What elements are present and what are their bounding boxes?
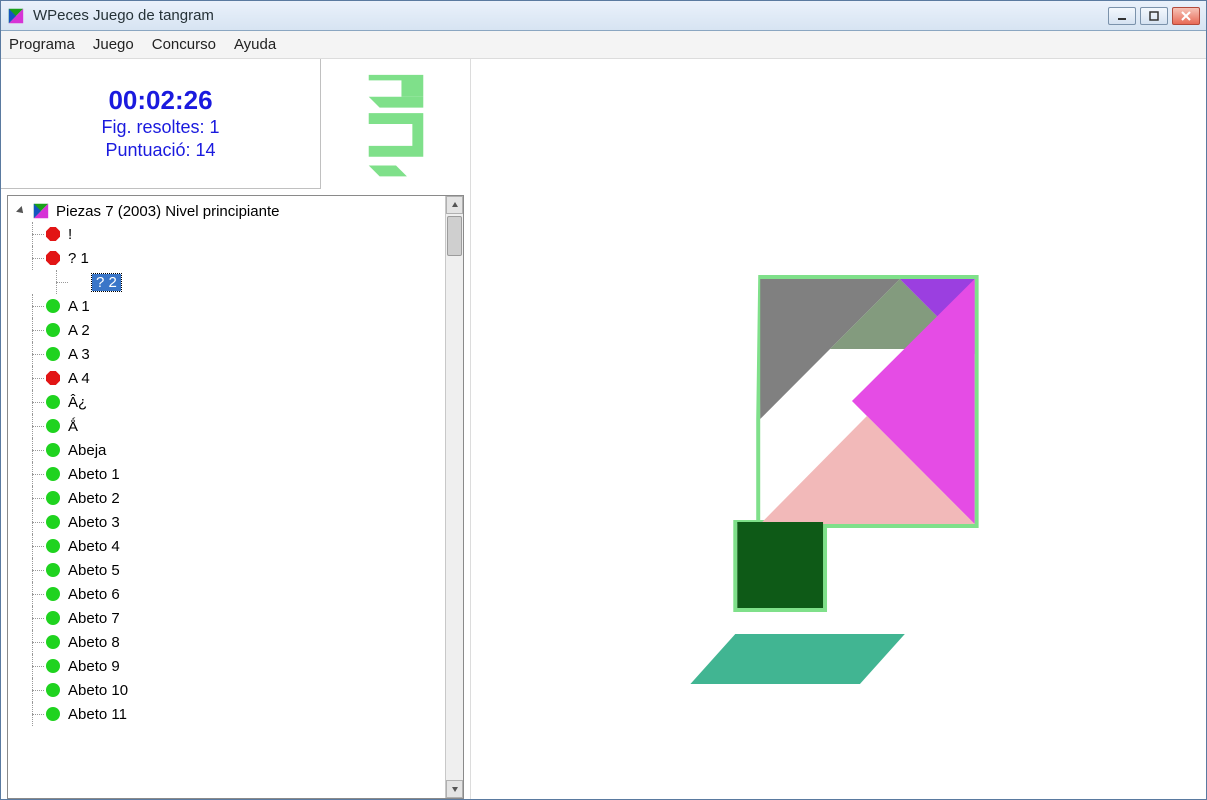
status-ok-icon bbox=[46, 467, 60, 481]
close-button[interactable] bbox=[1172, 7, 1200, 25]
status-ok-icon bbox=[46, 635, 60, 649]
tree-item[interactable]: Abeto 2 bbox=[46, 486, 443, 510]
status-ok-icon bbox=[46, 347, 60, 361]
chevron-down-icon[interactable] bbox=[16, 206, 26, 216]
solved-count: Fig. resoltes: 1 bbox=[101, 116, 219, 139]
parallelogram-teal[interactable] bbox=[690, 634, 904, 684]
status-ok-icon bbox=[46, 683, 60, 697]
status-ok-icon bbox=[46, 707, 60, 721]
scroll-up-button[interactable] bbox=[446, 196, 463, 214]
tree-item-label: Abeto 2 bbox=[68, 490, 120, 507]
square-darkgreen[interactable] bbox=[737, 522, 823, 608]
points: Puntuació: 14 bbox=[105, 139, 215, 162]
tree-item[interactable]: Abeto 8 bbox=[46, 630, 443, 654]
tree-item[interactable]: Abeto 7 bbox=[46, 606, 443, 630]
tree-scrollbar[interactable] bbox=[445, 196, 463, 798]
status-ok-icon bbox=[46, 299, 60, 313]
tree-item-label: A 4 bbox=[68, 370, 90, 387]
app-window: WPeces Juego de tangram Programa Juego C… bbox=[0, 0, 1207, 800]
menu-juego[interactable]: Juego bbox=[93, 36, 134, 53]
window-title: WPeces Juego de tangram bbox=[33, 7, 1108, 24]
tree-item[interactable]: Â¿ bbox=[46, 390, 443, 414]
tree-item-label: A 2 bbox=[68, 322, 90, 339]
tree-item[interactable]: Abeto 1 bbox=[46, 462, 443, 486]
tree-item-label: Abeto 1 bbox=[68, 466, 120, 483]
tree-item[interactable]: ! bbox=[46, 222, 443, 246]
tree-item-label: Abeto 6 bbox=[68, 586, 120, 603]
tree-item-label: A 1 bbox=[68, 298, 90, 315]
tree-item-label: Abeto 7 bbox=[68, 610, 120, 627]
tree-item-label: Abeto 3 bbox=[68, 514, 120, 531]
figure-tree: Piezas 7 (2003) Nivel principiante ! ? 1?… bbox=[7, 195, 464, 799]
tree-item-label: ? 2 bbox=[92, 274, 121, 291]
tree-item-label: ! bbox=[68, 226, 72, 243]
status-ok-icon bbox=[46, 515, 60, 529]
tree-item[interactable]: Abeto 10 bbox=[46, 678, 443, 702]
score-panel: 00:02:26 Fig. resoltes: 1 Puntuació: 14 bbox=[1, 59, 321, 189]
tree-item-label: Abeto 8 bbox=[68, 634, 120, 651]
tree-item[interactable]: A 4 bbox=[46, 366, 443, 390]
status-ok-icon bbox=[46, 563, 60, 577]
tree-item[interactable]: A 1 bbox=[46, 294, 443, 318]
status-incomplete-icon bbox=[46, 251, 60, 265]
status-incomplete-icon bbox=[46, 227, 60, 241]
status-ok-icon bbox=[46, 419, 60, 433]
tree-item[interactable]: Abeto 9 bbox=[46, 654, 443, 678]
tree-item[interactable]: Ǻ bbox=[46, 414, 443, 438]
menubar: Programa Juego Concurso Ayuda bbox=[1, 31, 1206, 59]
titlebar[interactable]: WPeces Juego de tangram bbox=[1, 1, 1206, 31]
status-ok-icon bbox=[46, 659, 60, 673]
tree-root[interactable]: Piezas 7 (2003) Nivel principiante bbox=[10, 200, 443, 222]
status-ok-icon bbox=[46, 395, 60, 409]
status-incomplete-icon bbox=[46, 371, 60, 385]
tree-root-label: Piezas 7 (2003) Nivel principiante bbox=[56, 203, 279, 220]
tree-item[interactable]: Abeto 6 bbox=[46, 582, 443, 606]
tree-item-label: ? 1 bbox=[68, 250, 89, 267]
tree-item-label: A 3 bbox=[68, 346, 90, 363]
tree-item[interactable]: ? 2 bbox=[70, 270, 443, 294]
minimize-button[interactable] bbox=[1108, 7, 1136, 25]
tangram-set-icon bbox=[32, 202, 50, 220]
tree-item[interactable]: A 2 bbox=[46, 318, 443, 342]
timer: 00:02:26 bbox=[108, 85, 212, 116]
status-ok-icon bbox=[46, 539, 60, 553]
maximize-button[interactable] bbox=[1140, 7, 1168, 25]
status-ok-icon bbox=[46, 443, 60, 457]
menu-concurso[interactable]: Concurso bbox=[152, 36, 216, 53]
tree-item-label: Abeto 10 bbox=[68, 682, 128, 699]
puzzle-canvas[interactable] bbox=[471, 59, 1206, 799]
tree-item-label: Abeto 11 bbox=[68, 706, 127, 723]
status-ok-icon bbox=[46, 491, 60, 505]
tree-item-label: Abeto 9 bbox=[68, 658, 120, 675]
figure-preview bbox=[321, 59, 470, 189]
tree-item[interactable]: Abeto 3 bbox=[46, 510, 443, 534]
preview-shape-icon bbox=[341, 64, 451, 184]
status-ok-icon bbox=[46, 323, 60, 337]
tree-item-label: Abeto 5 bbox=[68, 562, 120, 579]
tree-item[interactable]: ? 1 bbox=[46, 246, 443, 270]
tree-item-label: Abeja bbox=[68, 442, 106, 459]
menu-ayuda[interactable]: Ayuda bbox=[234, 36, 276, 53]
tree-item[interactable]: A 3 bbox=[46, 342, 443, 366]
tree-item[interactable]: Abeto 4 bbox=[46, 534, 443, 558]
status-ok-icon bbox=[46, 611, 60, 625]
tree-item-label: Ǻ bbox=[68, 418, 78, 435]
tree-item-label: Abeto 4 bbox=[68, 538, 120, 555]
tree-item[interactable]: Abeja bbox=[46, 438, 443, 462]
tree-item-label: Â¿ bbox=[68, 394, 87, 411]
tree-item[interactable]: Abeto 11 bbox=[46, 702, 443, 726]
status-ok-icon bbox=[46, 587, 60, 601]
menu-programa[interactable]: Programa bbox=[9, 36, 75, 53]
app-icon bbox=[7, 7, 25, 25]
tree-item[interactable]: Abeto 5 bbox=[46, 558, 443, 582]
scroll-thumb[interactable] bbox=[447, 216, 462, 256]
scroll-down-button[interactable] bbox=[446, 780, 463, 798]
